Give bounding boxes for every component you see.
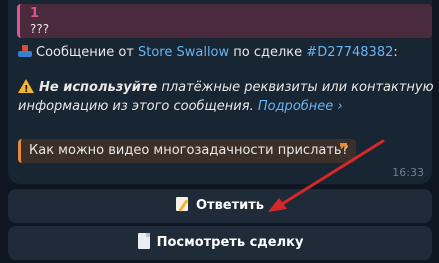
more-link[interactable]: Подробнее › [258, 99, 343, 114]
warning-text-1: платёжные реквизиты или контактную [157, 80, 434, 95]
question-text: Как можно видео многозадачности прислать… [29, 143, 349, 158]
reply-quote[interactable]: 1 ??? [17, 4, 432, 38]
warning-icon [18, 79, 34, 99]
view-deal-button-label: Посмотреть сделку [156, 235, 304, 250]
memo-icon [175, 196, 190, 212]
deal-link[interactable]: #D27748382 [306, 45, 393, 60]
source-middle: по сделке [229, 45, 307, 60]
source-suffix: : [393, 45, 398, 60]
view-deal-button[interactable]: Посмотреть сделку [8, 226, 432, 260]
message-time: 16:33 [392, 166, 424, 179]
warning-line-1: Не используйте платёжные реквизиты или к… [18, 79, 434, 99]
reply-button[interactable]: Ответить [8, 189, 432, 223]
store-link[interactable]: Store Swallow [138, 45, 229, 60]
warning-text-2: информацию из этого сообщения. [18, 99, 258, 114]
source-prefix: Сообщение от [36, 45, 138, 60]
question-quote: Как можно видео многозадачности прислать… [18, 139, 356, 163]
message-line-source: Сообщение от Store Swallow по сделке #D2… [18, 44, 398, 62]
reply-author: 1 [30, 6, 40, 21]
quote-icon: ❞ [339, 140, 348, 159]
page-icon [137, 233, 151, 249]
warning-bold: Не используйте [39, 80, 158, 95]
warning-line-2: информацию из этого сообщения. Подробнее… [18, 98, 343, 116]
message-bubble: 1 ??? Сообщение от Store Swallow по сдел… [8, 0, 434, 184]
reply-button-label: Ответить [195, 198, 265, 213]
inbox-tray-icon [18, 45, 32, 57]
reply-text: ??? [30, 22, 50, 36]
